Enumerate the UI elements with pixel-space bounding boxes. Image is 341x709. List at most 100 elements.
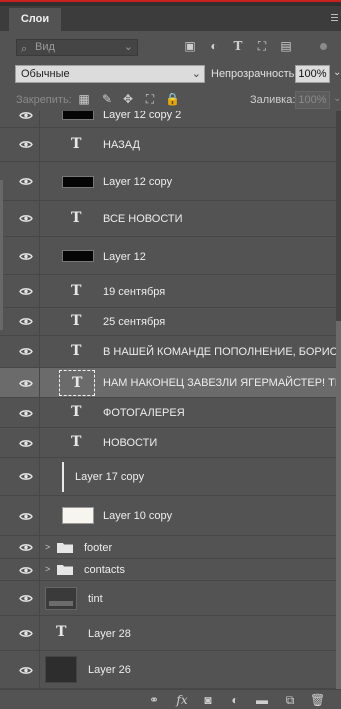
layer-row[interactable]: T ВСЕ НОВОСТИ [0, 201, 336, 237]
visibility-eye-icon[interactable] [19, 214, 33, 223]
lock-artboard-icon[interactable]: ⛶ [143, 92, 157, 106]
layer-row[interactable]: T 25 сентября [0, 308, 336, 336]
shape-filter-icon[interactable]: ⛶ [255, 39, 269, 53]
visibility-eye-icon[interactable] [19, 439, 33, 448]
layer-row[interactable]: Layer 12 copy [0, 162, 336, 201]
type-filter-icon[interactable]: T [231, 39, 245, 53]
layer-name[interactable]: В НАШЕЙ КОМАНДЕ ПОПОЛНЕНИЕ, БОРИС ... [103, 346, 341, 358]
panel-menu-icon[interactable] [331, 14, 338, 22]
layer-name[interactable]: ВСЕ НОВОСТИ [103, 213, 183, 225]
layer-row[interactable]: T Layer 28 [0, 616, 336, 651]
link-layers-icon[interactable]: ⚭ [147, 693, 161, 707]
text-layer-icon: T [71, 434, 82, 450]
adjustment-filter-icon[interactable]: ◐ [207, 39, 221, 53]
lock-transparent-icon[interactable]: ▦ [77, 92, 91, 106]
layer-name[interactable]: НАЗАД [103, 139, 140, 151]
panel-tab-strip: Слои [0, 6, 341, 31]
scrollbar[interactable] [336, 111, 341, 689]
filter-kind-select[interactable]: ⌕ Вид ⌄ [16, 39, 138, 56]
scrollbar-thumb[interactable] [336, 321, 341, 689]
visibility-eye-icon[interactable] [19, 629, 33, 638]
fill-input[interactable]: 100% [295, 91, 330, 109]
layer-row[interactable]: Layer 12 [0, 237, 336, 275]
smart-object-filter-icon[interactable]: ▤ [279, 39, 293, 53]
layer-name[interactable]: 25 сентября [103, 316, 165, 328]
layer-thumbnail [45, 587, 77, 610]
new-group-icon[interactable]: ▬ [255, 693, 269, 707]
lock-image-icon[interactable]: ✎ [100, 92, 114, 106]
visibility-eye-icon[interactable] [19, 543, 33, 552]
left-scroll-rail [0, 180, 3, 330]
chevron-right-icon[interactable]: > [45, 564, 50, 574]
visibility-eye-icon[interactable] [19, 317, 33, 326]
layer-name[interactable]: Layer 26 [88, 664, 131, 676]
layer-thumbnail [62, 507, 94, 524]
tab-layers[interactable]: Слои [9, 8, 61, 31]
text-layer-icon: T [71, 343, 82, 359]
layer-name[interactable]: Layer 12 copy 2 [103, 111, 181, 121]
visibility-eye-icon[interactable] [19, 347, 33, 356]
visibility-eye-icon[interactable] [19, 594, 33, 603]
opacity-input[interactable]: 100% [295, 65, 330, 83]
visibility-eye-icon[interactable] [19, 140, 33, 149]
layer-row[interactable]: Layer 10 copy [0, 496, 336, 536]
visibility-eye-icon[interactable] [19, 409, 33, 418]
layer-row[interactable]: Layer 26 [0, 651, 336, 689]
layer-row[interactable]: T ФОТОГАЛЕРЕЯ [0, 398, 336, 428]
adjustment-layer-icon[interactable]: ◐ [228, 693, 242, 707]
group-row[interactable]: > contacts [0, 559, 336, 581]
layer-name[interactable]: Layer 10 copy [103, 510, 172, 522]
lock-position-icon[interactable]: ✥ [121, 92, 135, 106]
group-name[interactable]: contacts [84, 564, 125, 576]
visibility-eye-icon[interactable] [19, 111, 33, 120]
layer-name[interactable]: Layer 12 copy [103, 176, 172, 188]
layer-row[interactable]: Layer 17 copy [0, 458, 336, 496]
layer-row[interactable]: T 19 сентября [0, 275, 336, 308]
visibility-eye-icon[interactable] [19, 287, 33, 296]
filter-kind-label: Вид [35, 41, 55, 53]
new-layer-icon[interactable]: ⧉ [283, 693, 297, 707]
layer-name[interactable]: Layer 28 [88, 628, 131, 640]
blend-mode-select[interactable]: Обычные ⌄ [15, 65, 205, 83]
layer-row[interactable]: Layer 12 copy 2 [0, 111, 336, 128]
visibility-eye-icon[interactable] [19, 252, 33, 261]
opacity-chevron-icon[interactable]: ⌄ [333, 67, 341, 78]
layer-row[interactable]: T НОВОСТИ [0, 428, 336, 458]
text-layer-icon: T [71, 210, 82, 226]
blend-mode-value: Обычные [21, 68, 70, 80]
layer-name[interactable]: Layer 12 [103, 251, 146, 263]
visibility-eye-icon[interactable] [19, 177, 33, 186]
layer-row[interactable]: T НАЗАД [0, 128, 336, 162]
visibility-eye-icon[interactable] [19, 379, 33, 388]
opacity-label: Непрозрачность: [211, 68, 298, 80]
layer-name[interactable]: НАМ НАКОНЕЦ ЗАВЕЗЛИ ЯГЕРМАЙСТЕР! ТЕ... [103, 377, 341, 389]
fx-icon[interactable]: fx [175, 693, 189, 707]
visibility-eye-icon[interactable] [19, 566, 33, 575]
chevron-down-icon: ⌄ [191, 68, 201, 80]
image-filter-icon[interactable]: ▣ [183, 39, 197, 53]
chevron-right-icon[interactable]: > [45, 542, 50, 552]
layer-thumbnail [45, 656, 77, 683]
visibility-eye-icon[interactable] [19, 666, 33, 675]
group-name[interactable]: footer [84, 542, 112, 554]
layer-name[interactable]: НОВОСТИ [103, 437, 157, 449]
layer-row[interactable]: T В НАШЕЙ КОМАНДЕ ПОПОЛНЕНИЕ, БОРИС ... [0, 336, 341, 368]
visibility-eye-icon[interactable] [19, 512, 33, 521]
layer-thumbnail [62, 250, 94, 262]
filter-toggle-icon[interactable] [320, 43, 327, 50]
layer-name[interactable]: tint [88, 593, 103, 605]
layer-name[interactable]: ФОТОГАЛЕРЕЯ [103, 407, 185, 419]
group-row[interactable]: > footer [0, 536, 336, 559]
layer-row[interactable]: tint [0, 581, 336, 616]
visibility-eye-icon[interactable] [19, 472, 33, 481]
fill-chevron-icon[interactable]: ⌄ [333, 93, 341, 104]
lock-row: Закрепить: ▦ ✎ ✥ ⛶ 🔒 Заливка: 100% ⌄ [0, 89, 341, 111]
lock-all-icon[interactable]: 🔒 [165, 92, 180, 106]
trash-icon[interactable]: 🗑 [310, 693, 325, 707]
layers-list: Layer 12 copy 2 T НАЗАД Layer 12 copy T … [0, 111, 341, 689]
layer-name[interactable]: Layer 17 copy [75, 471, 144, 483]
layer-name[interactable]: 19 сентября [103, 286, 165, 298]
search-icon: ⌕ [21, 43, 28, 55]
add-mask-icon[interactable]: ◙ [201, 693, 215, 707]
layer-row-selected[interactable]: T НАМ НАКОНЕЦ ЗАВЕЗЛИ ЯГЕРМАЙСТЕР! ТЕ... [0, 368, 341, 398]
